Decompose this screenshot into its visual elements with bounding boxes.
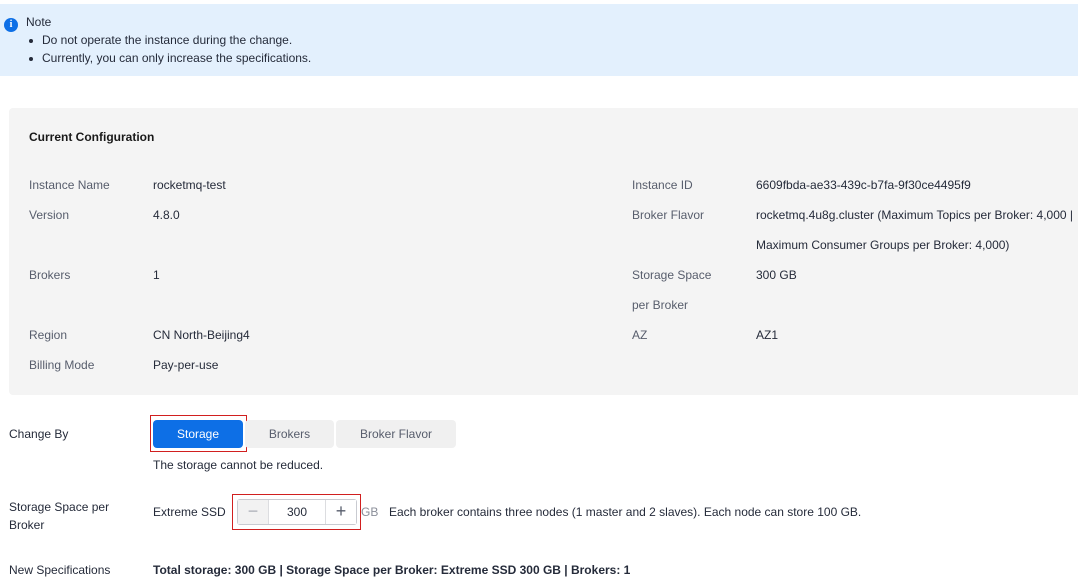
storage-space-label-line1: Storage Space per [9,500,110,514]
notice-list: Do not operate the instance during the c… [26,33,311,69]
broker-flavor-label: Broker Flavor [632,208,705,222]
brokers-label: Brokers [29,268,71,282]
version-label: Version [29,208,70,222]
storage-unit: GB [361,505,379,519]
change-hint: The storage cannot be reduced. [153,458,324,472]
tab-storage[interactable]: Storage [153,420,243,448]
billing-mode-value: Pay-per-use [153,358,219,372]
change-by-label: Change By [9,427,69,441]
notice-title: Note [26,15,52,29]
plus-icon[interactable]: + [325,500,356,524]
instance-name-label: Instance Name [29,178,110,192]
notice-item: Currently, you can only increase the spe… [26,51,311,69]
az-value: AZ1 [756,328,779,342]
notice-item: Do not operate the instance during the c… [26,33,311,51]
broker-flavor-value-line2: Maximum Consumer Groups per Broker: 4,00… [756,238,1010,252]
new-specifications-value: Total storage: 300 GB | Storage Space pe… [153,563,631,577]
storage-space-label-line2: Broker [9,518,45,532]
storage-stepper[interactable]: − + [237,499,357,525]
storage-space-label-line1: Storage Space [632,268,712,282]
instance-name-value: rocketmq-test [153,178,226,192]
new-specifications-label: New Specifications [9,563,111,577]
notice-banner: i Note Do not operate the instance durin… [0,4,1078,76]
disk-type: Extreme SSD [153,505,226,519]
instance-id-value: 6609fbda-ae33-439c-b7fa-9f30ce4495f9 [756,178,971,192]
minus-icon[interactable]: − [238,500,269,524]
current-configuration-panel: Current Configuration Instance Name rock… [9,108,1078,395]
storage-description: Each broker contains three nodes (1 mast… [389,505,862,519]
storage-space-label-line2: per Broker [632,298,689,312]
az-label: AZ [632,328,648,342]
instance-id-label: Instance ID [632,178,693,192]
panel-title: Current Configuration [29,130,155,144]
tab-broker-flavor[interactable]: Broker Flavor [336,420,456,448]
info-icon: i [4,18,18,32]
storage-input[interactable] [269,500,325,524]
billing-mode-label: Billing Mode [29,358,95,372]
broker-flavor-value-line1: rocketmq.4u8g.cluster (Maximum Topics pe… [756,208,1074,222]
region-value: CN North-Beijing4 [153,328,250,342]
brokers-value: 1 [153,268,160,282]
version-value: 4.8.0 [153,208,180,222]
region-label: Region [29,328,68,342]
tab-brokers[interactable]: Brokers [245,420,334,448]
storage-space-value: 300 GB [756,268,797,282]
